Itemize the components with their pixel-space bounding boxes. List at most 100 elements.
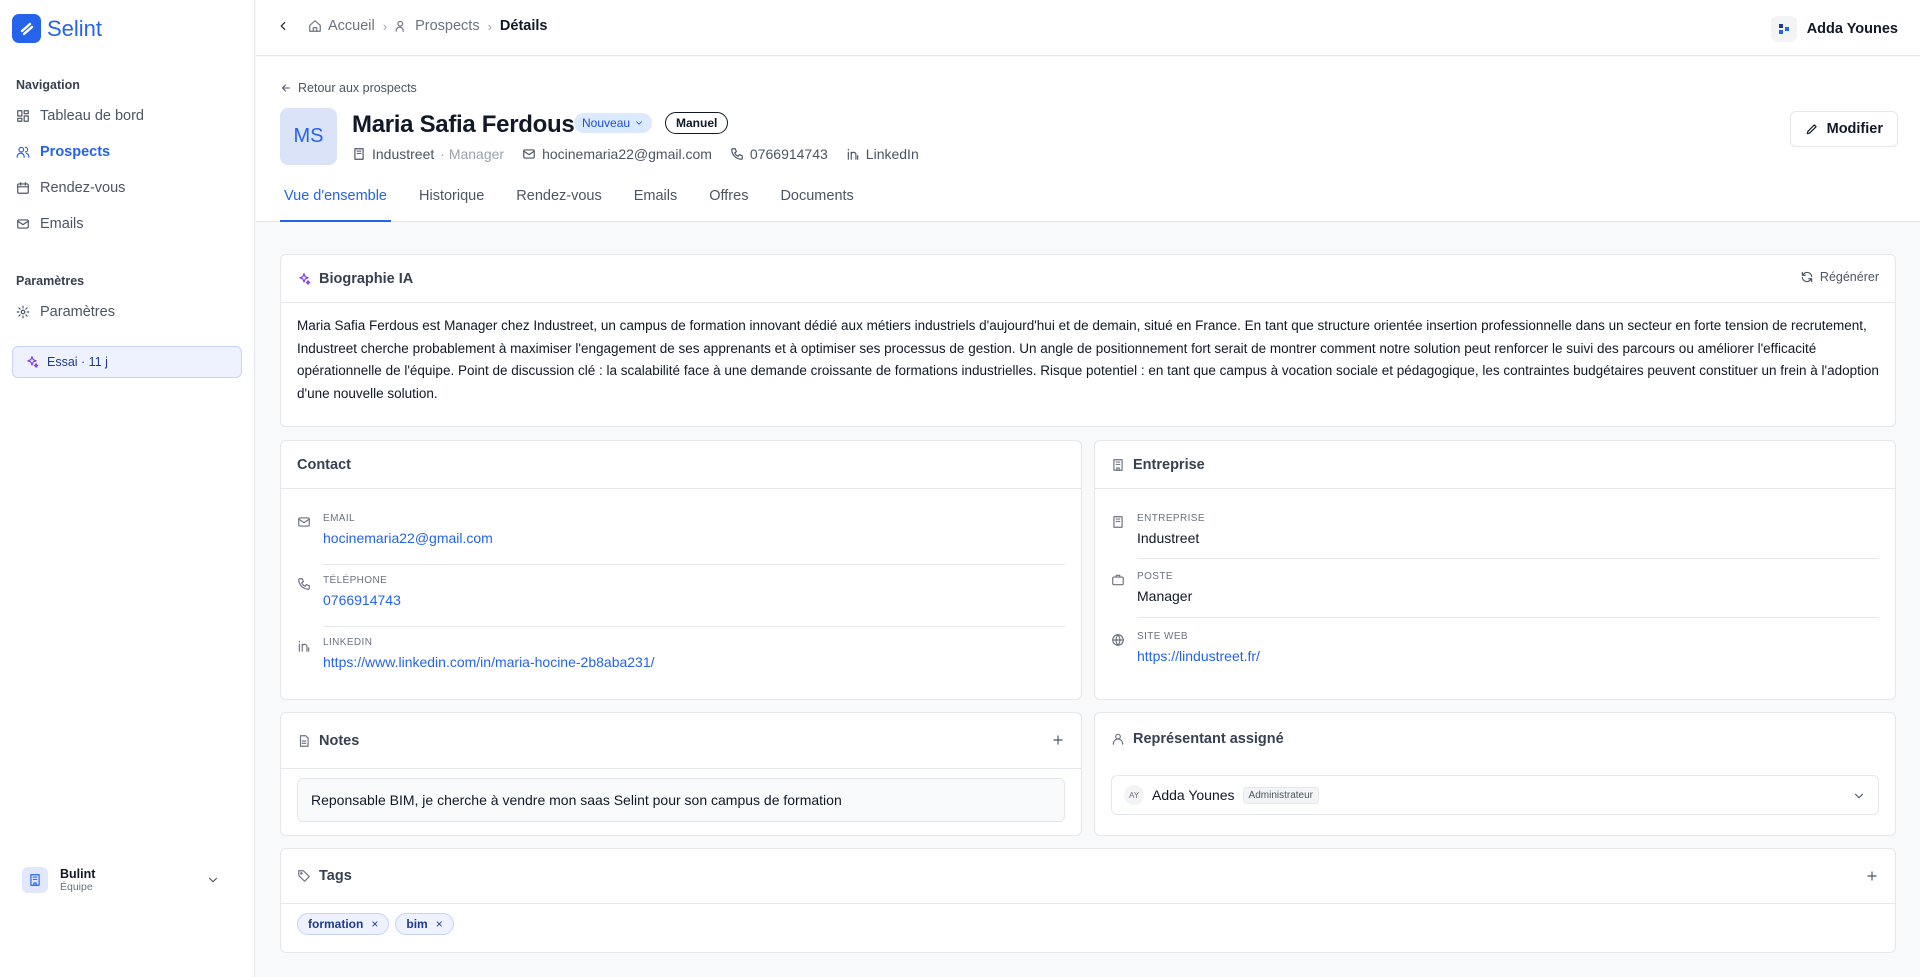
sidebar-item-rendez-vous[interactable]: Rendez-vous [16,178,125,198]
app-logo[interactable]: Selint [12,14,102,43]
trial-label: Essai · 11 j [47,355,108,369]
team-role: Équipe [60,881,93,893]
breadcrumb-current: Détails [499,18,548,34]
user-icon [1112,733,1124,745]
meta-email-value: hocinemaria22@gmail.com [542,146,712,162]
meta-company-name: Industreet [372,146,435,162]
gear-icon [16,305,30,319]
company-title: Entreprise [1133,456,1205,473]
edit-label: Modifier [1826,121,1883,137]
pencil-icon [1806,124,1817,135]
tab-history[interactable]: Historique [415,188,488,222]
site-link[interactable]: https://lindustreet.fr/ [1137,648,1260,664]
rep-header: Représentant assigné [1095,713,1895,765]
notes-header: Notes [281,713,1081,769]
add-note-button[interactable] [1051,733,1065,747]
home-icon [309,20,321,32]
meta-phone-value: 0766914743 [749,146,828,162]
sparkles-icon [27,356,39,368]
building-icon [354,148,364,160]
sidebar-item-settings[interactable]: Paramètres [16,302,115,322]
back-label: Retour aux prospects [298,81,417,95]
prospect-header: Retour aux prospects MS Maria Safia Ferd… [256,57,1920,222]
chevron-down-icon [636,121,642,125]
remove-tag-icon[interactable]: × [371,917,378,931]
linkedin-icon [847,148,859,160]
sidebar-item-emails[interactable]: Emails [16,214,84,234]
back-to-prospects-link[interactable]: Retour aux prospects [280,81,417,95]
plus-icon [1053,735,1063,745]
linkedin-link[interactable]: https://www.linkedin.com/in/maria-hocine… [323,654,655,670]
user-name: Adda Younes [1806,21,1898,37]
breadcrumb-prospects[interactable]: Prospects [395,18,480,34]
user-menu[interactable]: Adda Younes [1770,16,1898,42]
rep-title: Représentant assigné [1133,731,1284,747]
plus-icon [1867,871,1877,881]
arrow-left-icon [282,84,290,92]
phone-link[interactable]: 0766914743 [323,592,401,608]
ai-bio-title: Biographie IA [319,270,414,287]
contact-header: Contact [281,441,1081,489]
tag-list: formation × bim × [297,913,454,935]
sidebar-item-label: Tableau de bord [40,108,144,124]
email-link[interactable]: hocinemaria22@gmail.com [323,530,493,546]
team-switcher[interactable]: Bulint Équipe [22,862,232,898]
breadcrumb-separator: › [382,18,388,34]
tags-header: Tags [281,849,1895,904]
settings-section-title: Paramètres [16,274,85,288]
email-label: EMAIL [323,513,356,524]
user-org-icon [1770,16,1797,42]
divider [1137,558,1879,559]
meta-linkedin[interactable]: LinkedIn [846,146,919,162]
meta-phone[interactable]: 0766914743 [730,146,828,162]
assigned-rep-card: Représentant assigné AY Adda Younes Admi… [1094,712,1896,836]
notes-card: Notes Reponsable BIM, je cherche à vendr… [280,712,1082,836]
chevron-left-icon[interactable] [276,19,290,33]
building-icon [1113,458,1123,471]
contact-phone-field: TÉLÉPHONE 0766914743 [297,575,1065,608]
rep-select[interactable]: AY Adda Younes Administrateur [1111,775,1879,815]
mail-icon [298,517,310,527]
meta-email[interactable]: hocinemaria22@gmail.com [522,146,712,162]
regenerate-label: Régénérer [1819,270,1879,284]
topbar: Accueil › Prospects › Détails Adda Youne… [256,0,1920,56]
chevron-down-icon [1854,793,1864,799]
notes-title: Notes [319,732,360,749]
contact-email-field: EMAIL hocinemaria22@gmail.com [297,513,1065,546]
breadcrumb-separator: › [487,18,492,34]
dashboard-icon [17,110,29,122]
tab-overview[interactable]: Vue d'ensemble [280,188,391,222]
regenerate-button[interactable]: Régénérer [1800,270,1879,284]
mail-icon [17,219,29,229]
tab-documents[interactable]: Documents [776,188,857,222]
sidebar-item-label: Emails [40,216,84,232]
breadcrumb-home[interactable]: Accueil [308,18,375,34]
tags-card: Tags formation × bim × [280,848,1896,953]
trial-badge[interactable]: Essai · 11 j [12,346,242,378]
document-icon [299,734,309,747]
company-value: Industreet [1137,530,1200,546]
tag-chip: bim × [395,913,454,935]
contact-card: Contact EMAIL hocinemaria22@gmail.com TÉ… [280,440,1082,700]
tab-offers[interactable]: Offres [705,188,752,222]
company-label: ENTREPRISE [1137,513,1205,524]
calendar-icon [17,182,29,194]
prospect-name: Maria Safia Ferdous [352,111,575,138]
tab-appointments[interactable]: Rendez-vous [512,188,605,222]
note-item[interactable]: Reponsable BIM, je cherche à vendre mon … [297,778,1065,822]
edit-button[interactable]: Modifier [1789,111,1898,147]
remove-tag-icon[interactable]: × [436,917,443,931]
team-name: Bulint [60,867,96,881]
source-badge: Manuel [665,112,729,134]
company-card: Entreprise ENTREPRISE Industreet POSTE M… [1094,440,1896,700]
tag-label: bim [406,917,428,931]
sidebar-item-dashboard[interactable]: Tableau de bord [16,106,144,126]
meta-linkedin-label: LinkedIn [865,146,919,162]
status-badge[interactable]: Nouveau [574,113,653,133]
tab-emails[interactable]: Emails [630,188,682,222]
sidebar-item-label: Prospects [40,144,111,160]
divider [1137,617,1879,618]
sidebar-item-prospects[interactable]: Prospects [16,142,110,162]
add-tag-button[interactable] [1865,869,1879,883]
tag-chip: formation × [297,913,390,935]
